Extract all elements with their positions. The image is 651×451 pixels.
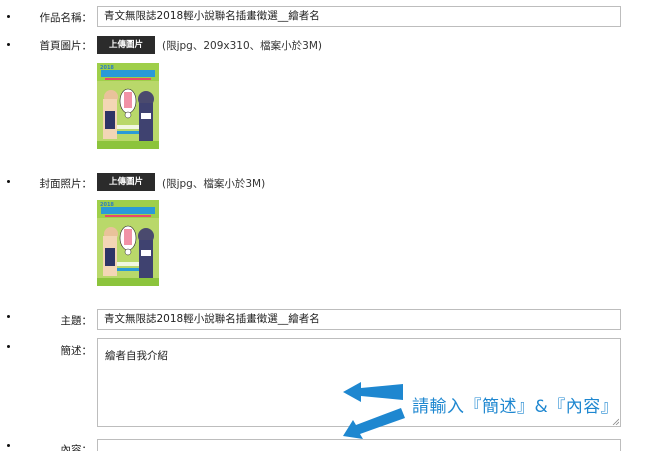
subject-label: 主題：	[60, 315, 93, 327]
annotation-text: 請輸入『簡述』&『內容』	[412, 397, 619, 417]
home-image-upload-button[interactable]: 上傳圖片	[97, 36, 155, 54]
list-bullet	[7, 180, 10, 183]
subject-input[interactable]: 青文無限誌2018輕小說聯名插畫徵選__繪者名	[97, 309, 621, 330]
arrow-left-down-icon	[343, 408, 405, 439]
list-bullet	[7, 15, 10, 18]
list-bullet	[7, 43, 10, 46]
cover-image-hint: (限jpg、檔案小於3M)	[162, 178, 266, 190]
title-label: 作品名稱：	[39, 12, 93, 24]
list-bullet	[7, 444, 10, 447]
cover-image-upload-button[interactable]: 上傳圖片	[97, 173, 155, 191]
poster-thumbnail: 2018	[97, 200, 159, 286]
description-text: 繪者自我介紹	[105, 350, 168, 362]
resize-grip-icon[interactable]	[612, 418, 619, 425]
home-image-label: 首頁圖片：	[39, 40, 93, 52]
content-label: 內容：	[60, 444, 93, 451]
home-image-thumbnail: 2018	[97, 63, 159, 149]
content-textarea[interactable]	[97, 439, 621, 451]
list-bullet	[7, 315, 10, 318]
cover-image-label: 封面照片：	[39, 178, 93, 190]
poster-thumbnail: 2018	[97, 63, 159, 149]
poster-year: 2018	[100, 65, 114, 71]
home-image-hint: (限jpg、209x310、檔案小於3M)	[162, 40, 322, 52]
arrow-left-icon	[343, 382, 403, 402]
description-label: 簡述：	[60, 345, 93, 357]
cover-image-thumbnail: 2018	[97, 200, 159, 286]
title-input[interactable]: 青文無限誌2018輕小說聯名插畫徵選__繪者名	[97, 6, 621, 27]
list-bullet	[7, 345, 10, 348]
poster-year: 2018	[100, 202, 114, 208]
